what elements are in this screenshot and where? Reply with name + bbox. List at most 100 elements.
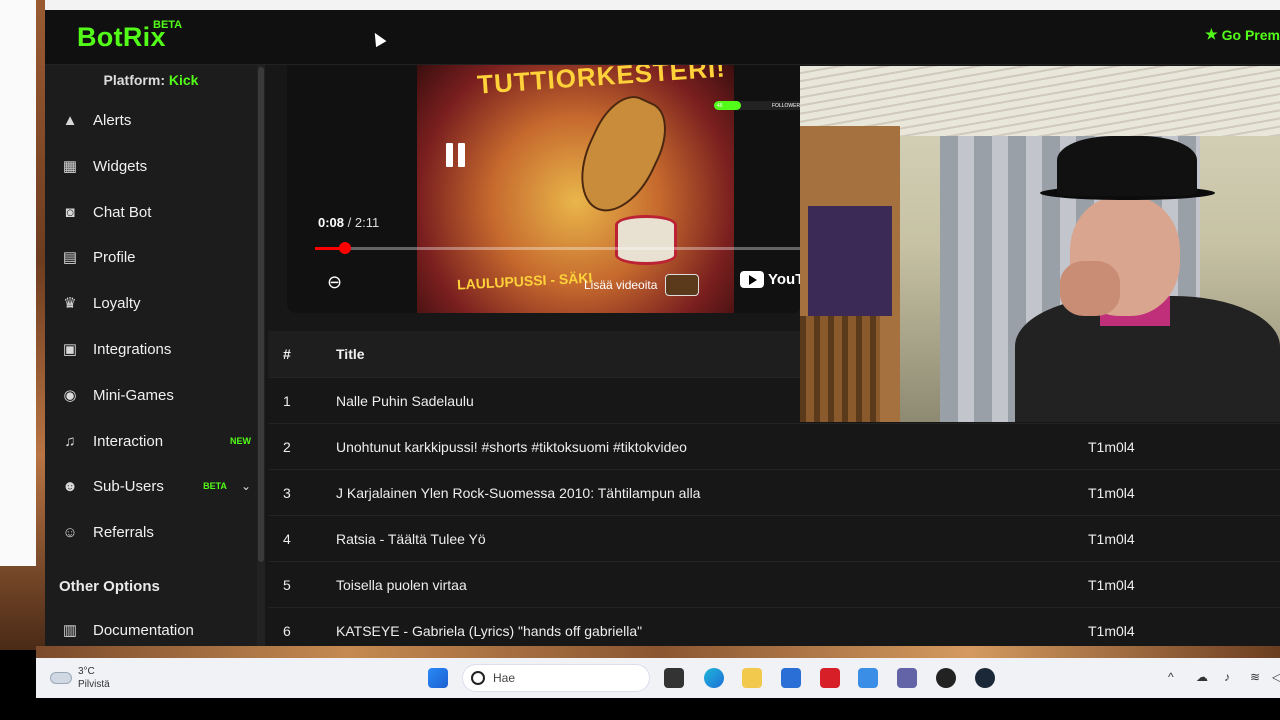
table-row[interactable]: 3 J Karjalainen Ylen Rock-Suomessa 2010:… [268, 469, 1280, 515]
platform-value: Kick [168, 72, 199, 88]
column-header-number: # [283, 346, 291, 362]
file-explorer-icon[interactable] [742, 668, 762, 688]
teams-icon[interactable] [897, 668, 917, 688]
edge-icon[interactable] [704, 668, 724, 688]
row-title: Nalle Puhin Sadelaulu [336, 393, 474, 409]
current-time: 0:08 [318, 215, 345, 230]
background-window [0, 0, 36, 566]
weather-widget[interactable]: 3°C Pilvistä [50, 665, 110, 691]
row-user: T1m0l4 [1088, 439, 1135, 455]
weather-text: 3°C Pilvistä [78, 665, 110, 691]
search-icon [471, 671, 485, 685]
sidebar-item-interaction[interactable]: ♫ Interaction NEW [59, 424, 251, 458]
table-row[interactable]: 5 Toisella puolen virtaa T1m0l4 [268, 561, 1280, 607]
sidebar-item-chat-bot[interactable]: ◙ Chat Bot [59, 195, 251, 229]
row-number: 2 [283, 439, 291, 455]
sidebar-item-alerts[interactable]: ▲ Alerts [59, 103, 251, 137]
row-number: 6 [283, 623, 291, 639]
other-options-heading: Other Options [59, 578, 160, 595]
beta-badge: BETA [203, 481, 227, 491]
row-title: J Karjalainen Ylen Rock-Suomessa 2010: T… [336, 485, 701, 501]
sidebar-item-integrations[interactable]: ▣ Integrations [59, 332, 251, 366]
progress-knob[interactable] [338, 242, 351, 254]
table-row[interactable]: 6 KATSEYE - Gabriela (Lyrics) "hands off… [268, 607, 1280, 646]
browser-chrome [45, 0, 1280, 10]
windows-taskbar: 3°C Pilvistä Hae ^ ☁ ♪ ≋ ◁ [36, 658, 1280, 698]
wifi-icon[interactable]: ≋ [1250, 670, 1260, 684]
warning-icon: ▲ [62, 111, 78, 129]
tray-chevron-up-icon[interactable]: ^ [1168, 670, 1174, 684]
webcam-person [1015, 126, 1280, 422]
store-icon[interactable] [781, 668, 801, 688]
mail-icon[interactable] [858, 668, 878, 688]
chat-icon: ▣ [62, 341, 78, 358]
youtube-wordmark: YouTube [768, 271, 802, 288]
weather-condition: Pilvistä [78, 679, 110, 690]
scrollbar-thumb[interactable] [258, 67, 264, 562]
sidebar-item-documentation[interactable]: ▥ Documentation [59, 613, 251, 646]
followers-current: 46 [717, 103, 723, 109]
music-icon: ♫ [64, 432, 76, 450]
microphone-icon[interactable]: ♪ [1224, 670, 1230, 684]
sidebar-item-mini-games[interactable]: ◉ Mini-Games [59, 378, 251, 412]
thumbnail-subtitle: LAULUPUSSI - SÄKI [456, 269, 593, 293]
sidebar-item-sub-users[interactable]: ☻ Sub-Users BETA ⌄ [59, 469, 251, 503]
row-number: 5 [283, 577, 291, 593]
taskbar-search[interactable]: Hae [462, 664, 650, 692]
row-user: T1m0l4 [1088, 577, 1135, 593]
steam-icon[interactable] [975, 668, 995, 688]
row-user: T1m0l4 [1088, 623, 1135, 639]
sidebar-item-loyalty[interactable]: ♛ Loyalty [59, 286, 251, 320]
row-number: 3 [283, 485, 291, 501]
sidebar-item-referrals[interactable]: ☺ Referrals [59, 515, 251, 549]
sidebar-item-label: Chat Bot [93, 203, 152, 221]
row-title: Toisella puolen virtaa [336, 577, 467, 593]
cloud-icon [50, 672, 72, 684]
row-title: Ratsia - Täältä Tulee Yö [336, 531, 486, 547]
youtube-logo[interactable]: YouTube [740, 271, 802, 288]
webcam-overlay [800, 66, 1280, 422]
sidebar-item-widgets[interactable]: ▦ Widgets [59, 149, 251, 183]
platform-indicator: Platform: Kick [45, 72, 257, 88]
sidebar-item-label: Widgets [93, 157, 148, 175]
mouse-cursor-icon [369, 29, 387, 48]
sidebar-item-label: Mini-Games [93, 386, 174, 404]
task-view-icon[interactable] [664, 668, 684, 688]
column-header-title: Title [336, 346, 365, 362]
followers-label: FOLLOWERS [772, 103, 804, 109]
obs-icon[interactable] [936, 668, 956, 688]
trophy-icon: ♛ [63, 295, 77, 312]
new-badge: NEW [230, 436, 251, 446]
table-row[interactable]: 4 Ratsia - Täältä Tulee Yö T1m0l4 [268, 515, 1280, 561]
weather-temperature: 3°C [78, 666, 95, 677]
l-app-icon[interactable] [820, 668, 840, 688]
sidebar-item-profile[interactable]: ▤ Profile [59, 240, 251, 274]
top-navbar: BotRix BETA ★ Go Prem [45, 10, 1280, 65]
search-placeholder: Hae [493, 671, 516, 685]
sidebar-scrollbar[interactable] [257, 65, 265, 646]
sidebar-item-label: Referrals [93, 523, 154, 541]
more-videos-label: Lisää videoita [584, 278, 658, 292]
chevron-down-icon[interactable]: ⌄ [241, 479, 251, 493]
volume-icon[interactable]: ◁ [1272, 670, 1280, 684]
go-premium-button[interactable]: ★ Go Prem [1205, 26, 1280, 43]
row-title: Unohtunut karkkipussi! #shorts #tiktoksu… [336, 439, 687, 455]
link-icon[interactable]: ⊖ [327, 272, 349, 294]
sidebar-item-label: Sub-Users [93, 477, 164, 495]
sidebar-item-label: Alerts [93, 111, 132, 129]
thumbnail-title: TUTTIORKESTERI! [476, 65, 727, 100]
more-videos-button[interactable]: Lisää videoita [584, 274, 700, 296]
progress-bar[interactable] [315, 242, 802, 254]
row-number: 1 [283, 393, 291, 409]
go-premium-label: Go Prem [1221, 26, 1280, 43]
pause-icon[interactable] [446, 143, 465, 167]
row-title: KATSEYE - Gabriela (Lyrics) "hands off g… [336, 623, 643, 639]
row-user: T1m0l4 [1088, 485, 1135, 501]
desktop-wallpaper-strip [36, 646, 1280, 658]
table-row[interactable]: 2 Unohtunut karkkipussi! #shorts #tiktok… [268, 423, 1280, 469]
sidebar: Platform: Kick ▲ Alerts ▦ Widgets ◙ Chat… [45, 65, 257, 646]
windows-start-icon[interactable] [428, 668, 448, 688]
screen-bottom-border [0, 698, 1280, 720]
onedrive-icon[interactable]: ☁ [1196, 670, 1208, 684]
platform-label: Platform: [103, 72, 165, 88]
